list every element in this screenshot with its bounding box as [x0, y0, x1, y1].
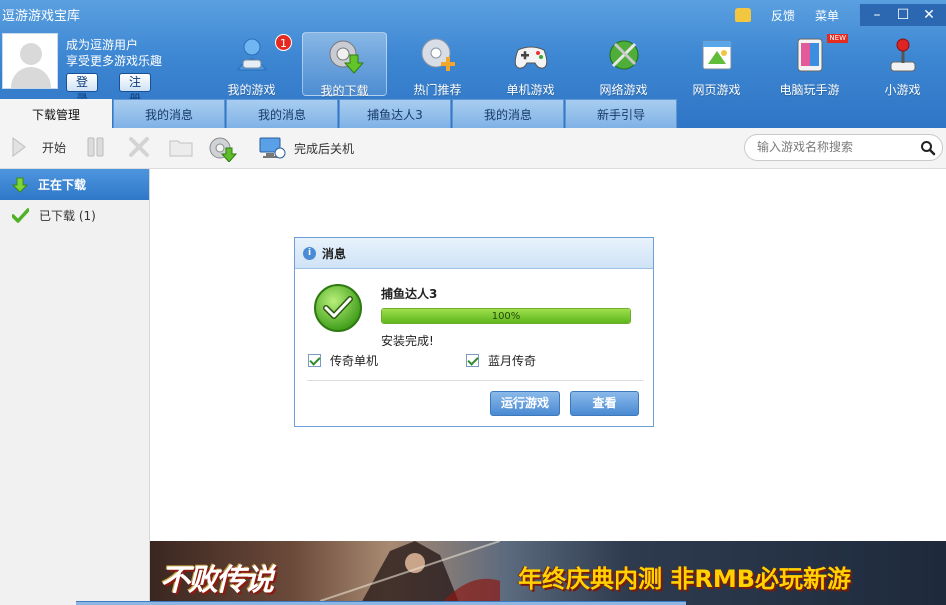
start-label: 开始	[42, 140, 67, 155]
tab-my-messages-3[interactable]: 我的消息	[452, 99, 564, 128]
header: 逗游游戏宝库 反馈 菜单 – ☐ ✕ 成为逗游用户 享受更多游戏乐趣 登录 注册…	[0, 0, 946, 128]
progress-text: 100%	[491, 311, 521, 322]
computer-shutdown-icon	[259, 137, 286, 159]
dialog-title: 消息	[322, 246, 347, 261]
ad-banner[interactable]: 不败传说 年终庆典内测 非RMB必玩新游	[150, 541, 946, 605]
option-blue-moon-legend[interactable]: 蓝月传奇	[466, 352, 536, 369]
main-nav: 1 我的游戏 我的下载 热门推荐 单机游戏 网络游戏 网页游戏 NEW 电脑玩手…	[205, 32, 946, 98]
folder-icon	[169, 140, 193, 157]
login-button[interactable]: 登录	[66, 73, 99, 106]
nav-single-games[interactable]: 单机游戏	[484, 32, 577, 97]
dialog-header: i 消息	[295, 238, 653, 269]
option-label: 传奇单机	[330, 354, 379, 368]
nav-label: 电脑玩手游	[779, 83, 840, 97]
shutdown-after-complete-button[interactable]: 完成后关机	[258, 136, 354, 160]
info-icon: i	[303, 246, 316, 260]
shutdown-label: 完成后关机	[294, 141, 355, 156]
nav-mini-games[interactable]: 小游戏	[856, 32, 946, 97]
nav-web-games[interactable]: 网页游戏	[670, 32, 763, 97]
search-icon[interactable]	[920, 140, 936, 156]
checkbox-checked[interactable]	[466, 354, 479, 367]
banner-warrior-art	[320, 541, 500, 605]
tab-bar: 下载管理 我的消息 我的消息 捕鱼达人3 我的消息 新手引导	[0, 99, 678, 128]
skin-button[interactable]	[734, 8, 751, 22]
nav-label: 单机游戏	[506, 83, 555, 97]
sidebar-item-downloaded[interactable]: 已下载 (1)	[0, 200, 149, 230]
tab-fishing-master-3[interactable]: 捕鱼达人3	[339, 99, 451, 128]
app-title: 逗游游戏宝库	[2, 9, 81, 24]
nav-label: 我的游戏	[227, 83, 276, 97]
install-status: 安装完成!	[381, 334, 434, 348]
nav-label: 网页游戏	[692, 83, 741, 97]
pause-icon	[87, 137, 104, 157]
taskbar-strip	[76, 601, 686, 605]
feedback-link[interactable]: 反馈	[771, 7, 795, 24]
sidebar: 正在下载 已下载 (1)	[0, 169, 150, 605]
joystick-icon	[884, 36, 922, 74]
checkbox-checked[interactable]	[308, 354, 321, 367]
delete-x-icon	[129, 137, 149, 157]
nav-my-games[interactable]: 1 我的游戏	[205, 32, 298, 97]
banner-game-logo: 不败传说	[160, 563, 274, 598]
nav-online-games[interactable]: 网络游戏	[577, 32, 670, 97]
divider	[307, 380, 643, 381]
nav-hot-recommend[interactable]: 热门推荐	[391, 32, 484, 97]
option-label: 蓝月传奇	[488, 354, 537, 368]
banner-slogan: 年终庆典内测 非RMB必玩新游	[518, 565, 852, 593]
tab-my-messages-2[interactable]: 我的消息	[226, 99, 338, 128]
tablet-icon	[791, 36, 829, 74]
open-folder-button[interactable]	[169, 136, 193, 158]
delete-button[interactable]	[128, 136, 150, 158]
tab-download-manager[interactable]: 下载管理	[0, 99, 112, 128]
register-button[interactable]: 注册	[119, 73, 152, 106]
play-icon	[12, 137, 26, 157]
pause-button[interactable]	[86, 136, 106, 158]
success-check-icon	[313, 283, 363, 336]
start-button[interactable]: 开始	[10, 136, 66, 158]
nav-my-downloads[interactable]: 我的下载	[302, 32, 387, 98]
nav-label: 小游戏	[884, 83, 921, 97]
sidebar-item-label: 已下载 (1)	[39, 208, 96, 223]
gamepad-icon	[512, 36, 550, 74]
install-progress-bar: 100%	[381, 308, 631, 324]
search-box	[744, 134, 943, 161]
user-promo-line2: 享受更多游戏乐趣	[66, 54, 163, 68]
maximize-button[interactable]: ☐	[890, 4, 916, 26]
avatar[interactable]	[2, 33, 58, 89]
view-button[interactable]: 查看	[570, 391, 639, 416]
menu-link[interactable]: 菜单	[815, 7, 839, 24]
system-bar: 反馈 菜单 – ☐ ✕	[734, 4, 946, 26]
new-tag: NEW	[827, 34, 848, 43]
web-game-icon	[698, 36, 736, 74]
minimize-button[interactable]: –	[864, 4, 890, 26]
game-name: 捕鱼达人3	[381, 287, 438, 301]
sword-globe-icon	[605, 36, 643, 74]
option-legend-single[interactable]: 传奇单机	[308, 352, 378, 369]
check-icon	[12, 207, 29, 223]
user-promo-line1: 成为逗游用户	[66, 38, 139, 52]
download-gear-icon	[326, 37, 364, 75]
sidebar-item-downloading[interactable]: 正在下载	[0, 169, 149, 200]
arrow-down-icon	[12, 177, 28, 193]
tab-my-messages[interactable]: 我的消息	[113, 99, 225, 128]
nav-label: 网络游戏	[599, 83, 648, 97]
gear-download-icon	[209, 137, 238, 162]
run-game-button[interactable]: 运行游戏	[490, 391, 561, 416]
download-settings-button[interactable]	[208, 136, 238, 162]
sidebar-item-label: 正在下载	[38, 178, 87, 192]
notification-badge: 1	[275, 34, 292, 51]
message-dialog: i 消息 捕鱼达人3 100% 安装完成! 传奇单机 蓝月传奇 运行游戏 查看	[294, 237, 654, 427]
search-input[interactable]	[757, 140, 917, 154]
hot-recommend-icon	[419, 36, 457, 74]
shirt-icon	[734, 8, 751, 22]
my-games-icon	[233, 36, 271, 74]
nav-label: 热门推荐	[413, 83, 462, 97]
tab-beginner-guide[interactable]: 新手引导	[565, 99, 677, 128]
toolbar: 开始 完成后关机	[0, 128, 946, 169]
close-button[interactable]: ✕	[916, 4, 942, 26]
nav-label: 我的下载	[320, 84, 369, 98]
window-controls: – ☐ ✕	[859, 4, 946, 26]
nav-pc-mobile-games[interactable]: NEW 电脑玩手游	[763, 32, 856, 97]
